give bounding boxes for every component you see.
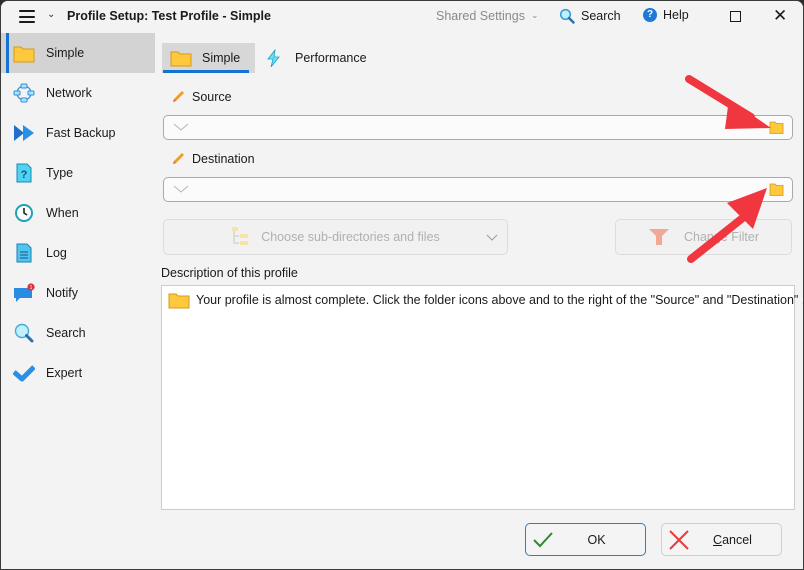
shared-settings-chevron-icon[interactable]: ⌄ (531, 10, 539, 21)
cancel-mnemonic: C (713, 532, 723, 547)
document-icon (16, 243, 32, 263)
chevron-down-icon (486, 234, 498, 241)
question-document-icon: ? (16, 163, 32, 183)
window-title: Profile Setup: Test Profile - Simple (67, 9, 271, 23)
source-browse-folder-icon[interactable] (769, 121, 784, 134)
tab-label: Performance (295, 51, 367, 65)
pencil-icon (173, 91, 184, 102)
help-icon: ? (643, 8, 657, 22)
checkmark-icon (13, 365, 35, 382)
sidebar: Simple Network Fast Backup ? Type When L… (1, 33, 157, 393)
chevron-down-icon[interactable] (172, 120, 190, 134)
title-bar: ⌄ Profile Setup: Test Profile - Simple S… (1, 1, 803, 33)
sidebar-item-simple[interactable]: Simple (1, 33, 155, 73)
sidebar-item-notify[interactable]: 1 Notify (1, 273, 157, 313)
network-icon (13, 83, 35, 103)
source-label: Source (171, 90, 232, 104)
sidebar-item-label: Expert (46, 366, 83, 380)
close-button[interactable]: ✕ (773, 6, 787, 26)
description-label: Description of this profile (161, 266, 298, 280)
titlebar-search-label: Search (581, 9, 621, 23)
chat-bubble-icon: 1 (14, 283, 35, 302)
clock-icon (15, 204, 33, 222)
sidebar-item-search[interactable]: Search (1, 313, 157, 353)
tab-simple[interactable]: Simple (162, 43, 255, 73)
source-combobox[interactable] (163, 115, 793, 140)
folder-icon (168, 293, 190, 309)
destination-browse-folder-icon[interactable] (769, 183, 784, 196)
description-text: Your profile is almost complete. Click t… (196, 293, 804, 307)
sidebar-item-type[interactable]: ? Type (1, 153, 157, 193)
sidebar-item-expert[interactable]: Expert (1, 353, 157, 393)
titlebar-help-button[interactable]: ? Help (643, 8, 689, 22)
tab-label: Simple (202, 51, 241, 65)
cancel-label-rest: ancel (722, 532, 752, 547)
cancel-label: Cancel (662, 533, 781, 547)
choose-subdirectories-label: Choose sub-directories and files (261, 230, 440, 244)
fast-forward-icon (14, 125, 34, 141)
sidebar-item-log[interactable]: Log (1, 233, 157, 273)
description-box[interactable]: Your profile is almost complete. Click t… (161, 285, 803, 510)
ok-label: OK (587, 532, 606, 547)
ok-button[interactable]: OK (525, 523, 646, 556)
sidebar-item-label: Network (46, 86, 92, 100)
chevron-down-icon[interactable] (172, 182, 190, 196)
sidebar-item-fast-backup[interactable]: Fast Backup (1, 113, 157, 153)
sidebar-item-label: Log (46, 246, 67, 260)
profile-setup-window: ⌄ Profile Setup: Test Profile - Simple S… (0, 0, 804, 570)
change-filter-button[interactable]: Change Filter (615, 219, 792, 255)
sidebar-item-label: Simple (46, 46, 85, 60)
sidebar-item-label: Search (46, 326, 86, 340)
choose-subdirectories-button[interactable]: Choose sub-directories and files (163, 219, 508, 255)
destination-label-text: Destination (192, 152, 255, 166)
sidebar-item-when[interactable]: When (1, 193, 157, 233)
destination-combobox[interactable] (163, 177, 793, 202)
pencil-icon (173, 153, 184, 164)
tab-performance[interactable]: Performance (255, 43, 377, 73)
folder-icon (13, 46, 35, 63)
source-label-text: Source (192, 90, 232, 104)
shared-settings-menu[interactable]: Shared Settings (436, 9, 525, 23)
cancel-button[interactable]: Cancel (661, 523, 782, 556)
filter-funnel-icon (648, 229, 669, 245)
notify-badge: 1 (30, 285, 33, 291)
tab-bar: Simple Performance (162, 43, 377, 73)
search-icon (559, 8, 575, 24)
magnifier-icon (14, 323, 34, 343)
folder-icon (170, 51, 192, 67)
title-dropdown-chevron-icon[interactable]: ⌄ (47, 9, 55, 20)
sidebar-item-label: Fast Backup (46, 126, 116, 140)
lightning-icon (267, 49, 280, 67)
titlebar-search-button[interactable]: Search (559, 8, 621, 24)
sidebar-item-label: When (46, 206, 79, 220)
folder-tree-icon (232, 227, 249, 245)
change-filter-label: Change Filter (683, 230, 760, 244)
sidebar-item-label: Notify (46, 286, 78, 300)
svg-text:?: ? (21, 169, 28, 181)
maximize-button[interactable] (730, 11, 741, 22)
sidebar-item-label: Type (46, 166, 74, 180)
hamburger-menu-icon[interactable] (19, 10, 35, 24)
destination-label: Destination (171, 152, 255, 166)
titlebar-help-label: Help (663, 8, 689, 22)
sidebar-item-network[interactable]: Network (1, 73, 157, 113)
